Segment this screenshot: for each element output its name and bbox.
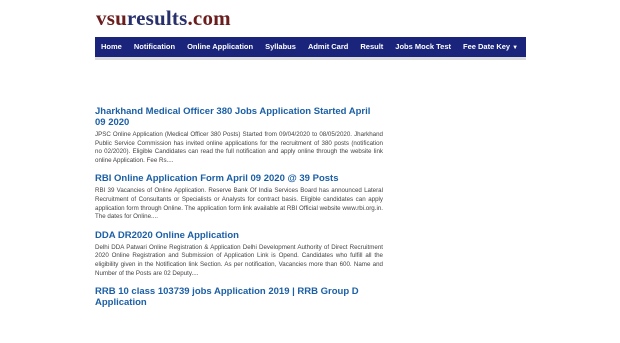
nav-notification[interactable]: Notification <box>128 37 181 57</box>
post-excerpt: Delhi DDA Patwari Online Registration & … <box>95 243 383 277</box>
logo-text-com: .com <box>187 6 231 30</box>
nav-syllabus-label: Syllabus <box>265 42 296 51</box>
chevron-down-icon: ▼ <box>512 45 519 51</box>
page: vsuresults.com Home Notification Online … <box>0 0 620 343</box>
site-logo[interactable]: vsuresults.com <box>96 6 231 31</box>
nav-online-application-label: Online Application <box>187 42 254 51</box>
nav-fee-date-key[interactable]: Fee Date Key ▼ <box>457 37 524 57</box>
post-title-link[interactable]: DDA DR2020 Online Application <box>95 230 383 241</box>
nav-home[interactable]: Home <box>95 37 128 57</box>
nav-admit-card[interactable]: Admit Card <box>302 37 354 57</box>
nav-home-label: Home <box>101 42 122 51</box>
logo-text-vsu: vsu <box>96 6 127 30</box>
nav-fee-date-key-label: Fee Date Key <box>463 42 511 51</box>
main-navbar: Home Notification Online Application Syl… <box>95 37 526 60</box>
list-item: Jharkhand Medical Officer 380 Jobs Appli… <box>95 106 383 165</box>
post-title-link[interactable]: RRB 10 class 103739 jobs Application 201… <box>95 286 383 308</box>
post-excerpt: RBI 39 Vacancies of Online Application. … <box>95 187 383 221</box>
nav-admit-card-label: Admit Card <box>307 42 349 51</box>
post-list: Jharkhand Medical Officer 380 Jobs Appli… <box>95 106 383 316</box>
nav-result[interactable]: Result <box>354 37 389 57</box>
nav-syllabus[interactable]: Syllabus <box>259 37 302 57</box>
list-item: RBI Online Application Form April 09 202… <box>95 173 383 221</box>
nav-jobs-mock-test[interactable]: Jobs Mock Test <box>389 37 457 57</box>
post-excerpt: JPSC Online Application (Medical Officer… <box>95 131 383 164</box>
list-item: DDA DR2020 Online Application Delhi DDA … <box>95 230 383 278</box>
post-title-link[interactable]: Jharkhand Medical Officer 380 Jobs Appli… <box>95 106 383 128</box>
nav-jobs-mock-test-label: Jobs Mock Test <box>395 42 451 51</box>
nav-online-application[interactable]: Online Application <box>181 37 259 57</box>
nav-notification-label: Notification <box>133 42 176 51</box>
nav-result-label: Result <box>360 42 384 51</box>
list-item: RRB 10 class 103739 jobs Application 201… <box>95 286 383 308</box>
logo-text-results: results <box>126 6 188 30</box>
post-title-link[interactable]: RBI Online Application Form April 09 202… <box>95 173 383 184</box>
